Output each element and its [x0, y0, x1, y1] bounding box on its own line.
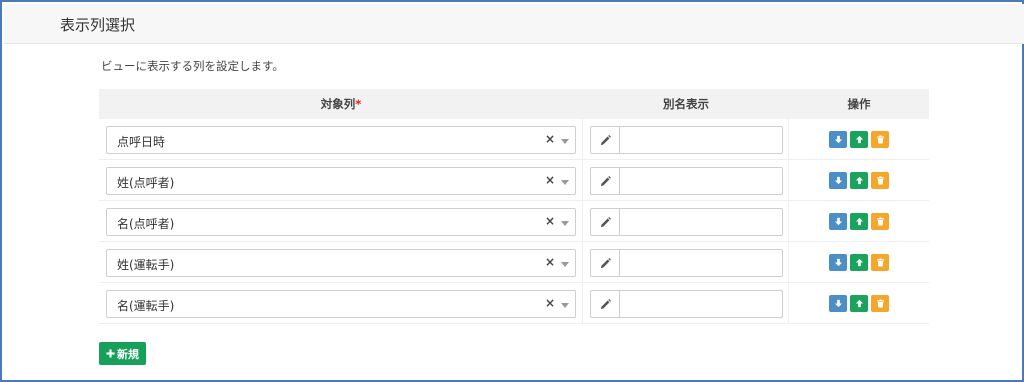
arrow-up-icon: [855, 135, 863, 143]
clear-icon[interactable]: ×: [545, 296, 555, 310]
pencil-icon: [590, 167, 619, 195]
header-operations: 操作: [847, 97, 871, 111]
pencil-icon: [590, 290, 619, 318]
chevron-down-icon[interactable]: [561, 303, 569, 308]
table-header: 対象列 * 別名表示 操作: [99, 89, 929, 119]
delete-button[interactable]: [871, 253, 889, 271]
trash-icon: [876, 175, 884, 185]
column-select[interactable]: 名(点呼者) ×: [106, 208, 576, 236]
arrow-down-icon: [834, 299, 842, 307]
move-up-button[interactable]: [850, 294, 868, 312]
column-select[interactable]: 点呼日時 ×: [106, 126, 576, 154]
trash-icon: [876, 257, 884, 267]
column-select-value: 点呼日時: [117, 135, 166, 149]
chevron-down-icon[interactable]: [561, 262, 569, 267]
header-target-column-label: 対象列: [320, 97, 356, 111]
arrow-up-icon: [855, 299, 863, 307]
column-select-value: 名(点呼者): [117, 217, 175, 231]
table-row: 名(運転手) ×: [99, 283, 929, 324]
column-select-value: 姓(運転手): [117, 258, 175, 272]
column-table: 対象列 * 別名表示 操作 点呼日時 × 姓(点呼者) × 名(点呼者) × 姓…: [99, 89, 929, 324]
move-up-button[interactable]: [850, 171, 868, 189]
column-select-value: 名(運転手): [117, 299, 175, 313]
required-mark: *: [355, 97, 362, 111]
table-row: 姓(点呼者) ×: [99, 160, 929, 201]
arrow-up-icon: [855, 258, 863, 266]
arrow-up-icon: [855, 217, 863, 225]
delete-button[interactable]: [871, 130, 889, 148]
alias-input-group: [590, 167, 783, 195]
alias-input[interactable]: [619, 249, 783, 277]
move-down-button[interactable]: [829, 130, 847, 148]
trash-icon: [876, 134, 884, 144]
page-title: 表示列選択: [60, 16, 136, 34]
chevron-down-icon[interactable]: [561, 180, 569, 185]
pencil-icon: [590, 249, 619, 277]
alias-input[interactable]: [619, 290, 783, 318]
plus-icon: [106, 349, 115, 358]
chevron-down-icon[interactable]: [561, 221, 569, 226]
move-up-button[interactable]: [850, 130, 868, 148]
alias-input-group: [590, 290, 783, 318]
delete-button[interactable]: [871, 171, 889, 189]
column-select[interactable]: 姓(運転手) ×: [106, 249, 576, 277]
table-row: 姓(運転手) ×: [99, 242, 929, 283]
alias-input-group: [590, 208, 783, 236]
clear-icon[interactable]: ×: [545, 255, 555, 269]
table-row: 名(点呼者) ×: [99, 201, 929, 242]
move-down-button[interactable]: [829, 253, 847, 271]
arrow-down-icon: [834, 135, 842, 143]
arrow-down-icon: [834, 176, 842, 184]
column-select-value: 姓(点呼者): [117, 176, 175, 190]
column-select[interactable]: 姓(点呼者) ×: [106, 167, 576, 195]
dialog-header: 表示列選択: [4, 4, 1024, 44]
pencil-icon: [590, 126, 619, 154]
clear-icon[interactable]: ×: [545, 132, 555, 146]
move-down-button[interactable]: [829, 294, 847, 312]
alias-input[interactable]: [619, 167, 783, 195]
pencil-icon: [590, 208, 619, 236]
clear-icon[interactable]: ×: [545, 173, 555, 187]
trash-icon: [876, 216, 884, 226]
move-up-button[interactable]: [850, 212, 868, 230]
alias-input-group: [590, 126, 783, 154]
delete-button[interactable]: [871, 294, 889, 312]
header-alias: 別名表示: [663, 97, 709, 111]
alias-input[interactable]: [619, 208, 783, 236]
alias-input-group: [590, 249, 783, 277]
new-button-label: 新規: [117, 347, 139, 361]
arrow-up-icon: [855, 176, 863, 184]
move-down-button[interactable]: [829, 171, 847, 189]
table-row: 点呼日時 ×: [99, 119, 929, 160]
move-up-button[interactable]: [850, 253, 868, 271]
clear-icon[interactable]: ×: [545, 214, 555, 228]
trash-icon: [876, 298, 884, 308]
arrow-down-icon: [834, 258, 842, 266]
arrow-down-icon: [834, 217, 842, 225]
column-select[interactable]: 名(運転手) ×: [106, 290, 576, 318]
new-button[interactable]: 新規: [99, 342, 146, 365]
alias-input[interactable]: [619, 126, 783, 154]
header-target-column: 対象列 *: [99, 89, 583, 119]
delete-button[interactable]: [871, 212, 889, 230]
chevron-down-icon[interactable]: [561, 139, 569, 144]
description-text: ビューに表示する列を設定します。: [101, 59, 284, 73]
move-down-button[interactable]: [829, 212, 847, 230]
